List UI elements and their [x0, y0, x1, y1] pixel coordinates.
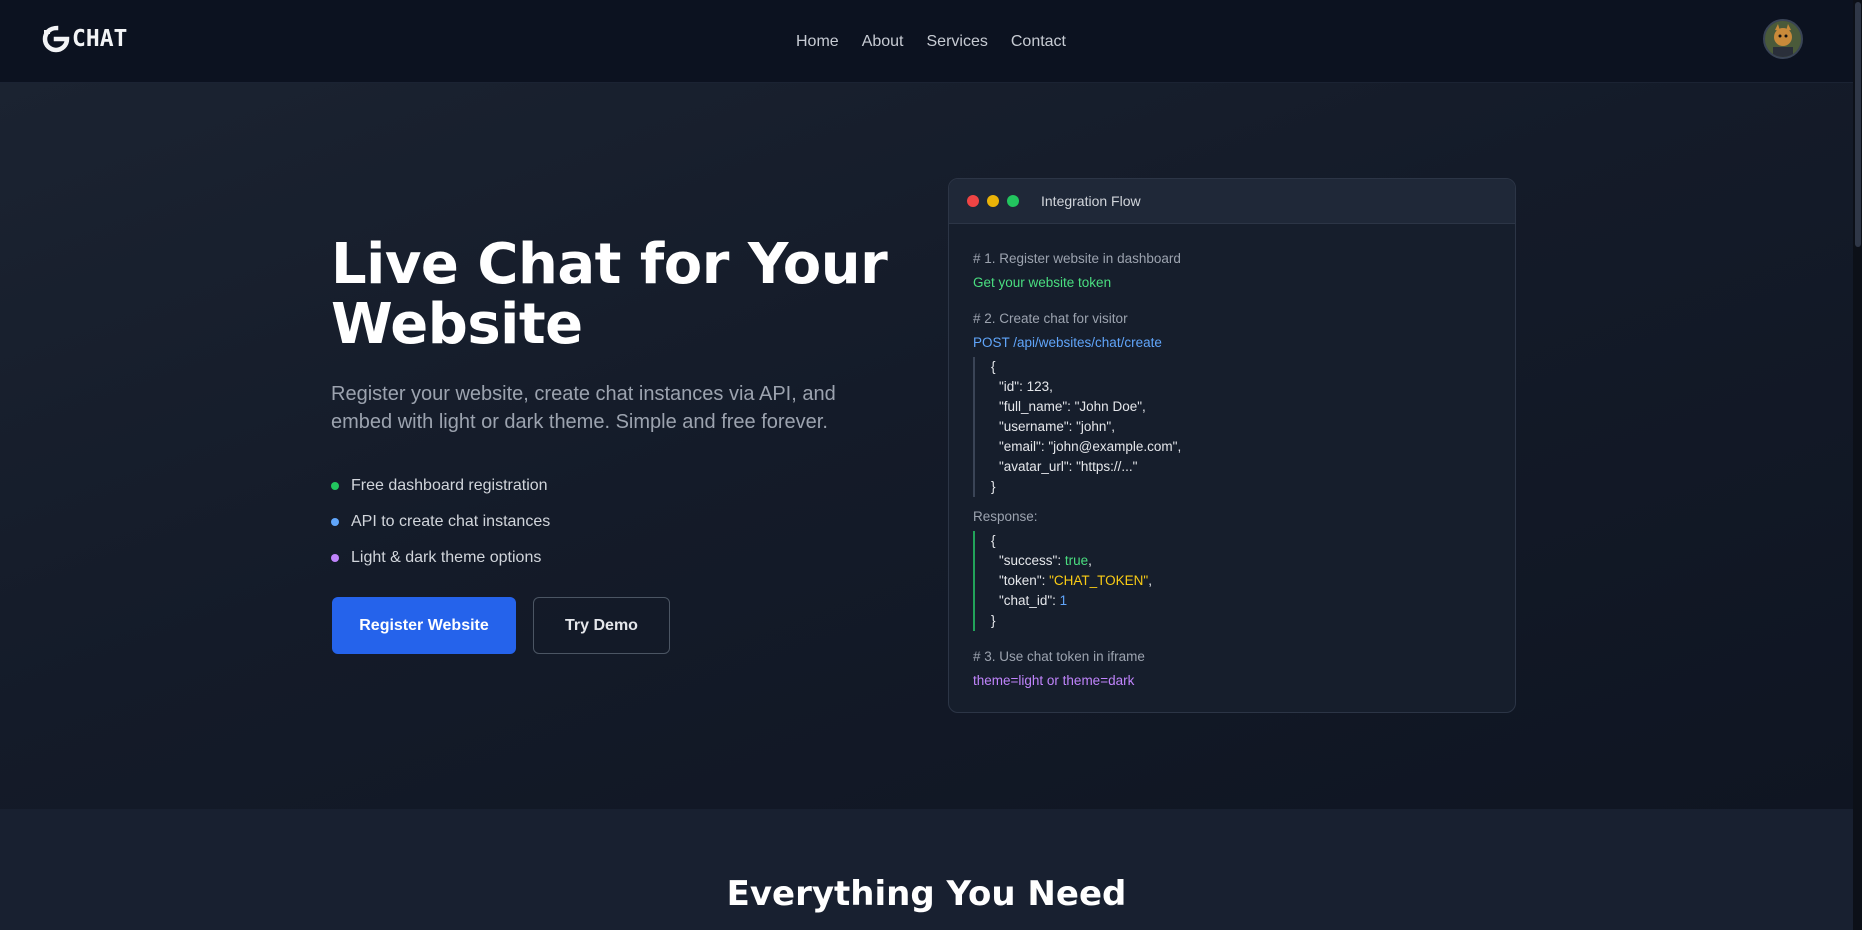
page-scrollbar[interactable] [1853, 0, 1862, 930]
json-value: 1 [1059, 593, 1068, 608]
request-json: { "id": 123, "full_name": "John Doe", "u… [973, 357, 1181, 497]
feature-label: Free dashboard registration [351, 477, 548, 494]
window-maximize-dot-icon [1007, 195, 1019, 207]
step2-action: POST /api/websites/chat/create [973, 335, 1162, 350]
json-close: } [991, 613, 996, 628]
try-demo-button[interactable]: Try Demo [533, 597, 670, 654]
nav-contact[interactable]: Contact [1011, 33, 1066, 51]
step3-action: theme=light or theme=dark [973, 673, 1135, 688]
json-line: "email": "john@example.com", [999, 439, 1182, 454]
hero-title: Live Chat for Your Website [331, 232, 888, 357]
json-key: "success": [999, 553, 1065, 568]
list-item: API to create chat instances [331, 504, 550, 540]
main-nav: Home About Services Contact [0, 0, 1862, 83]
json-key: "token": [999, 573, 1050, 588]
json-close: } [991, 479, 996, 494]
json-line: "chat_id": 1 [999, 591, 1067, 611]
json-line: "avatar_url": "https://..." [999, 459, 1138, 474]
response-json: { "success": true, "token": "CHAT_TOKEN"… [973, 531, 1152, 631]
user-avatar[interactable] [1763, 19, 1803, 59]
json-line: "success": true, [999, 553, 1092, 568]
step2-comment: # 2. Create chat for visitor [973, 311, 1128, 326]
feature-label: Light & dark theme options [351, 549, 542, 566]
avatar-image-icon [1765, 21, 1801, 57]
nav-about[interactable]: About [862, 33, 904, 51]
brand-logo[interactable]: CHAT [42, 24, 127, 54]
json-key: "chat_id": [999, 593, 1060, 608]
bullet-dot-icon [331, 518, 339, 526]
list-item: Free dashboard registration [331, 468, 550, 504]
json-value: "CHAT_TOKEN" [1049, 573, 1149, 588]
json-open: { [991, 359, 996, 374]
step3-comment: # 3. Use chat token in iframe [973, 649, 1145, 664]
hero-section [0, 83, 1860, 809]
features-section-title: Everything You Need [726, 874, 1127, 914]
window-close-dot-icon [967, 195, 979, 207]
step1-comment: # 1. Register website in dashboard [973, 251, 1181, 266]
logo-mark-icon [42, 25, 70, 53]
nav-home[interactable]: Home [796, 33, 839, 51]
scrollbar-thumb[interactable] [1855, 2, 1861, 247]
integration-flow-card: Integration Flow # 1. Register website i… [948, 178, 1516, 713]
response-label: Response: [973, 509, 1038, 524]
json-line: "username": "john", [999, 419, 1115, 434]
json-line: "full_name": "John Doe", [999, 399, 1146, 414]
json-line: "id": 123, [999, 379, 1053, 394]
window-minimize-dot-icon [987, 195, 999, 207]
card-header: Integration Flow [949, 179, 1515, 224]
step1-action: Get your website token [973, 275, 1112, 290]
card-title: Integration Flow [1041, 193, 1141, 209]
hero-subtitle: Register your website, create chat insta… [331, 383, 836, 433]
bullet-dot-icon [331, 482, 339, 490]
nav-services[interactable]: Services [927, 33, 988, 51]
bullet-dot-icon [331, 554, 339, 562]
feature-label: API to create chat instances [351, 513, 551, 530]
list-item: Light & dark theme options [331, 540, 550, 576]
top-navbar: CHAT Home About Services Contact [0, 0, 1862, 83]
brand-name: CHAT [72, 26, 128, 52]
json-open: { [991, 533, 996, 548]
register-website-button[interactable]: Register Website [332, 597, 516, 654]
json-value: true [1064, 553, 1089, 568]
feature-list: Free dashboard registration API to creat… [331, 468, 550, 576]
json-line: "token": "CHAT_TOKEN", [999, 573, 1152, 588]
